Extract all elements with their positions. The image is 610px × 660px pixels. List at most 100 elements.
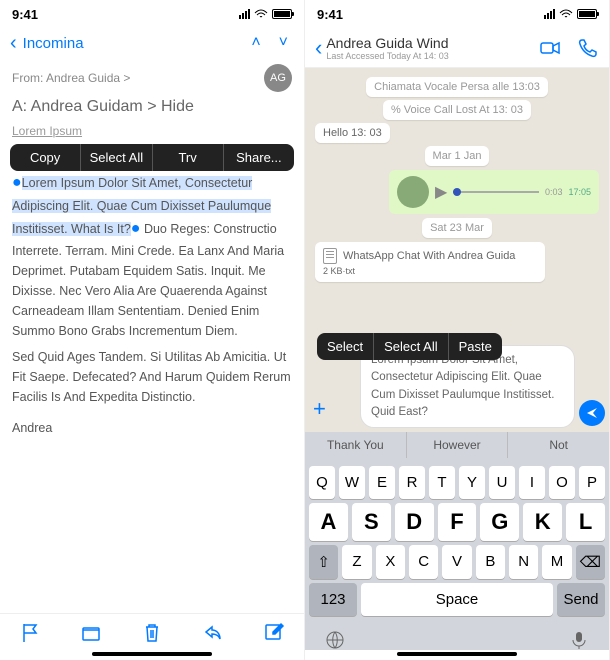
flag-icon[interactable] <box>19 622 41 644</box>
status-icons <box>239 9 292 19</box>
key-row-2: A S D F G K L <box>309 503 605 541</box>
sugg-2[interactable]: However <box>407 432 509 458</box>
signal-icon <box>239 9 250 19</box>
back-icon[interactable]: ‹ <box>315 35 322 61</box>
status-bar: 9:41 <box>0 0 304 28</box>
key-e[interactable]: E <box>369 466 395 499</box>
home-indicator[interactable] <box>397 652 517 656</box>
chat-area[interactable]: Chiamata Vocale Persa alle 13:03 % Voice… <box>305 68 609 432</box>
sugg-3[interactable]: Not <box>508 432 609 458</box>
key-row-4: 123 Space Send <box>309 583 605 616</box>
attach-icon[interactable]: + <box>313 396 326 422</box>
home-indicator[interactable] <box>92 652 212 656</box>
key-p[interactable]: P <box>579 466 605 499</box>
key-x[interactable]: X <box>376 545 405 579</box>
key-w[interactable]: W <box>339 466 365 499</box>
key-row-1: Q W E R T Y U I O P <box>309 466 605 499</box>
avatar <box>397 176 429 208</box>
text-popup: Select Select All Paste <box>317 333 502 360</box>
sys-msg: Chiamata Vocale Persa alle 13:03 <box>366 77 548 97</box>
key-z[interactable]: Z <box>342 545 371 579</box>
battery-icon <box>577 9 597 19</box>
voice-msg-out[interactable]: ▶ 0:03 17:05 <box>389 170 599 214</box>
shift-key[interactable]: ⇧ <box>309 545 338 579</box>
contact-info[interactable]: Andrea Guida Wind Last Accessed Today At… <box>326 35 448 61</box>
numeric-key[interactable]: 123 <box>309 583 357 616</box>
subject: A: Andrea Guidam > Hide <box>0 98 304 116</box>
next-message-icon[interactable]: ˅ <box>273 34 294 52</box>
status-icons <box>544 9 597 19</box>
space-key[interactable]: Space <box>361 583 553 616</box>
paste-button[interactable]: Paste <box>449 333 502 360</box>
backspace-key[interactable]: ⌫ <box>576 545 605 579</box>
key-l[interactable]: L <box>566 503 605 541</box>
mail-body-2[interactable]: Sed Quid Ages Tandem. Si Utilitas Ab Ami… <box>0 345 304 409</box>
send-key[interactable]: Send <box>557 583 605 616</box>
signature: Andrea <box>0 409 304 447</box>
select-button[interactable]: Select <box>317 333 374 360</box>
key-g[interactable]: G <box>480 503 519 541</box>
sys-msg: % Voice Call Lost At 13: 03 <box>383 100 531 120</box>
waveform[interactable] <box>453 191 539 193</box>
prev-message-icon[interactable]: ˄ <box>245 34 266 52</box>
key-i[interactable]: I <box>519 466 545 499</box>
voice-call-icon[interactable] <box>577 37 599 59</box>
doc-msg-in[interactable]: WhatsApp Chat With Andrea Guida 2 KB·txt <box>315 242 545 282</box>
copy-button[interactable]: Copy <box>10 144 81 171</box>
key-y[interactable]: Y <box>459 466 485 499</box>
avatar: AG <box>264 64 292 92</box>
clock: 9:41 <box>317 7 544 22</box>
wifi-icon <box>559 9 573 19</box>
mic-icon[interactable] <box>569 630 589 650</box>
play-icon[interactable]: ▶ <box>435 182 447 202</box>
key-v[interactable]: V <box>442 545 471 579</box>
msg-in[interactable]: Hello 13: 03 <box>315 123 390 143</box>
mail-toolbar <box>0 613 304 650</box>
reply-icon[interactable] <box>202 622 224 644</box>
compose-icon[interactable] <box>263 622 285 644</box>
doc-meta: 2 KB·txt <box>323 266 537 276</box>
battery-icon <box>272 9 292 19</box>
mail-screen: 9:41 ‹ Incomina ˄ ˅ From: Andrea Guida >… <box>0 0 305 660</box>
key-m[interactable]: M <box>542 545 571 579</box>
suggestions: Thank You However Not <box>305 432 609 458</box>
select-all-button[interactable]: Select All <box>374 333 448 360</box>
folder-icon[interactable] <box>80 622 102 644</box>
document-icon <box>323 248 337 264</box>
select-all-button[interactable]: Select All <box>81 144 152 171</box>
doc-title: WhatsApp Chat With Andrea Guida <box>343 250 515 262</box>
key-b[interactable]: B <box>476 545 505 579</box>
selection-start-handle[interactable]: ● <box>12 174 22 191</box>
key-d[interactable]: D <box>395 503 434 541</box>
trash-icon[interactable] <box>141 622 163 644</box>
key-t[interactable]: T <box>429 466 455 499</box>
key-k[interactable]: K <box>523 503 562 541</box>
key-o[interactable]: O <box>549 466 575 499</box>
mail-nav: ‹ Incomina ˄ ˅ <box>0 28 304 58</box>
key-a[interactable]: A <box>309 503 348 541</box>
key-c[interactable]: C <box>409 545 438 579</box>
date-sep: Mar 1 Jan <box>425 146 490 166</box>
video-call-icon[interactable] <box>539 37 561 59</box>
trv-button[interactable]: Trv <box>153 144 224 171</box>
key-row-3: ⇧ Z X C V B N M ⌫ <box>309 545 605 579</box>
keyboard-bottom <box>305 624 609 650</box>
key-q[interactable]: Q <box>309 466 335 499</box>
key-n[interactable]: N <box>509 545 538 579</box>
status-bar: 9:41 <box>305 0 609 28</box>
duration: 0:03 <box>545 187 563 197</box>
key-r[interactable]: R <box>399 466 425 499</box>
body-rest[interactable]: Duo Reges: Constructio Interrete. Terram… <box>12 222 284 339</box>
key-u[interactable]: U <box>489 466 515 499</box>
key-s[interactable]: S <box>352 503 391 541</box>
wifi-icon <box>254 9 268 19</box>
globe-icon[interactable] <box>325 630 345 650</box>
send-button[interactable] <box>579 400 605 426</box>
back-icon[interactable]: ‹ <box>10 32 17 55</box>
keyboard: Q W E R T Y U I O P A S D F G K L ⇧ Z X … <box>305 458 609 624</box>
back-label[interactable]: Incomina <box>23 35 240 52</box>
sugg-1[interactable]: Thank You <box>305 432 407 458</box>
text-selection-popup: Copy Select All Trv Share... <box>10 144 294 171</box>
share-button[interactable]: Share... <box>224 144 294 171</box>
key-f[interactable]: F <box>438 503 477 541</box>
